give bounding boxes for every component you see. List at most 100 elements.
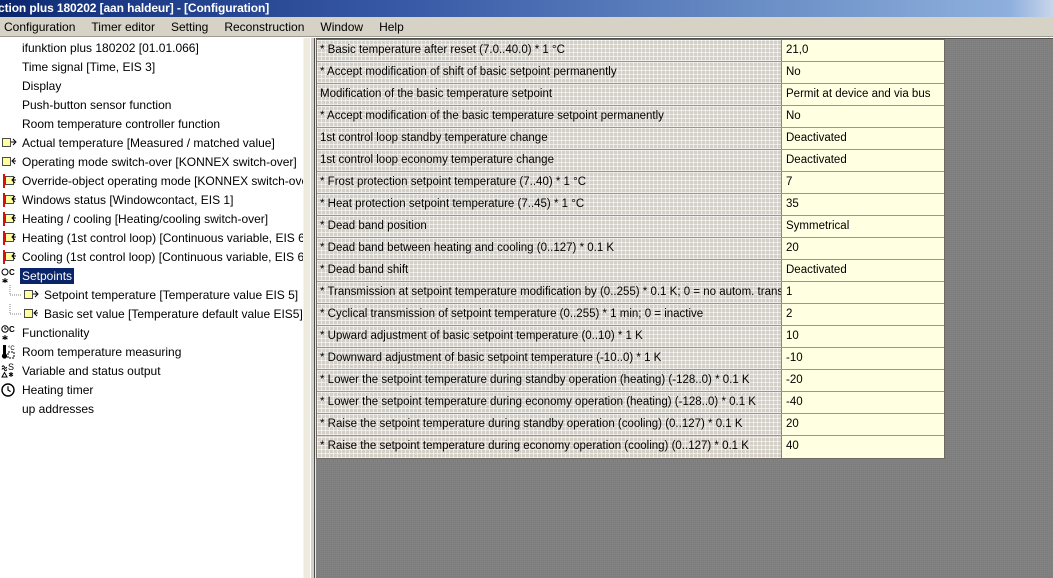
parameter-value[interactable]: -10 — [782, 348, 944, 369]
tree-item-override-object-operating-mode-konnex-sw[interactable]: Override-object operating mode [KONNEX s… — [0, 171, 303, 190]
menu-item-reconstruction[interactable]: Reconstruction — [216, 18, 312, 36]
no-icon — [1, 78, 17, 94]
tree-item-label: Time signal [Time, EIS 3] — [22, 59, 156, 74]
object-in-red-icon — [1, 211, 17, 227]
parameter-row[interactable]: * Dead band position Symmetrical — [317, 216, 944, 238]
parameter-value[interactable]: 2 — [782, 304, 944, 325]
parameter-name: * Downward adjustment of basic setpoint … — [317, 348, 782, 369]
tree-item-push-button-sensor-function[interactable]: Push-button sensor function — [0, 95, 303, 114]
parameter-value[interactable]: 40 — [782, 436, 944, 458]
parameter-value[interactable]: 10 — [782, 326, 944, 347]
tree-item-heating-timer[interactable]: Heating timer — [0, 380, 303, 399]
menu-item-help[interactable]: Help — [371, 18, 412, 36]
tree-item-windows-status-windowcontact-eis-1[interactable]: Windows status [Windowcontact, EIS 1] — [0, 190, 303, 209]
parameter-value[interactable]: Permit at device and via bus — [782, 84, 944, 105]
device-tree-panel[interactable]: ifunktion plus 180202 [01.01.066] Time si… — [0, 38, 303, 578]
parameter-row[interactable]: 1st control loop standby temperature cha… — [317, 128, 944, 150]
parameter-value[interactable]: -20 — [782, 370, 944, 391]
parameter-row[interactable]: * Frost protection setpoint temperature … — [317, 172, 944, 194]
tree-item-label: Windows status [Windowcontact, EIS 1] — [22, 192, 234, 207]
parameter-value[interactable]: 35 — [782, 194, 944, 215]
tree-connector-line — [9, 285, 23, 304]
parameter-name: Modification of the basic temperature se… — [317, 84, 782, 105]
tree-item-label: ifunktion plus 180202 [01.01.066] — [22, 40, 199, 55]
tree-item-label: Cooling (1st control loop) [Continuous v… — [22, 249, 303, 264]
parameter-value[interactable]: No — [782, 106, 944, 127]
tree-item-label: Heating timer — [22, 382, 94, 397]
svg-text:C: C — [9, 325, 15, 334]
parameter-row[interactable]: * Raise the setpoint temperature during … — [317, 436, 944, 458]
parameter-value[interactable]: Deactivated — [782, 260, 944, 281]
tree-item-room-temperature-measuring[interactable]: °C Room temperature measuring — [0, 342, 303, 361]
parameter-name: * Transmission at setpoint temperature m… — [317, 282, 782, 303]
parameter-row[interactable]: * Heat protection setpoint temperature (… — [317, 194, 944, 216]
parameter-row[interactable]: * Downward adjustment of basic setpoint … — [317, 348, 944, 370]
tree-item-label: Heating (1st control loop) [Continuous v… — [22, 230, 303, 245]
parameter-value[interactable]: 20 — [782, 414, 944, 435]
tree-item-label: Functionality — [22, 325, 90, 340]
parameter-row[interactable]: * Cyclical transmission of setpoint temp… — [317, 304, 944, 326]
parameter-value[interactable]: 21,0 — [782, 40, 944, 61]
parameter-name: * Accept modification of shift of basic … — [317, 62, 782, 83]
parameter-row[interactable]: * Dead band between heating and cooling … — [317, 238, 944, 260]
parameter-value[interactable]: 1 — [782, 282, 944, 303]
parameter-row[interactable]: Modification of the basic temperature se… — [317, 84, 944, 106]
tree-item-ifunktion-plus-180202-01-01-066[interactable]: ifunktion plus 180202 [01.01.066] — [0, 38, 303, 57]
splitter-handle[interactable] — [310, 38, 315, 578]
menu-item-window[interactable]: Window — [312, 18, 371, 36]
parameter-value[interactable]: No — [782, 62, 944, 83]
parameter-row[interactable]: * Upward adjustment of basic setpoint te… — [317, 326, 944, 348]
parameter-value[interactable]: Deactivated — [782, 128, 944, 149]
tree-item-setpoints[interactable]: C Setpoints — [0, 266, 303, 285]
parameter-row[interactable]: * Dead band shift Deactivated — [317, 260, 944, 282]
parameter-value[interactable]: Deactivated — [782, 150, 944, 171]
tree-item-operating-mode-switch-over-konnex-switch[interactable]: Operating mode switch-over [KONNEX switc… — [0, 152, 303, 171]
menu-item-setting[interactable]: Setting — [163, 18, 216, 36]
parameter-row[interactable]: * Accept modification of shift of basic … — [317, 62, 944, 84]
tree-item-actual-temperature-measured-matched-valu[interactable]: Actual temperature [Measured / matched v… — [0, 133, 303, 152]
parameter-name: 1st control loop economy temperature cha… — [317, 150, 782, 171]
parameter-value[interactable]: 7 — [782, 172, 944, 193]
parameter-row[interactable]: 1st control loop economy temperature cha… — [317, 150, 944, 172]
tree-item-label: Setpoints — [20, 267, 75, 284]
functionality-icon: C — [1, 325, 17, 341]
svg-text:°C: °C — [8, 346, 15, 352]
tree-item-functionality[interactable]: C Functionality — [0, 323, 303, 342]
no-icon — [1, 116, 17, 132]
parameter-value[interactable]: Symmetrical — [782, 216, 944, 237]
parameter-row[interactable]: * Raise the setpoint temperature during … — [317, 414, 944, 436]
window-titlebar[interactable]: ction plus 180202 [aan haldeur] - [Confi… — [0, 0, 1053, 17]
tree-item-up-addresses[interactable]: up addresses — [0, 399, 303, 418]
variable-status-icon: S — [1, 362, 17, 379]
tree-item-label: Actual temperature [Measured / matched v… — [22, 135, 275, 150]
object-in-red-icon — [1, 192, 17, 208]
tree-item-cooling-1st-control-loop-continuous-vari[interactable]: Cooling (1st control loop) [Continuous v… — [0, 247, 303, 266]
object-out-icon — [23, 287, 39, 303]
tree-connector-line — [9, 304, 23, 323]
svg-text:C: C — [9, 268, 15, 277]
parameter-row[interactable]: * Basic temperature after reset (7.0..40… — [317, 40, 944, 62]
tree-item-setpoint-temperature-temperature-value-e[interactable]: Setpoint temperature [Temperature value … — [0, 285, 303, 304]
tree-item-heating-1st-control-loop-continuous-vari[interactable]: Heating (1st control loop) [Continuous v… — [0, 228, 303, 247]
tree-item-variable-and-status-output[interactable]: S Variable and status output — [0, 361, 303, 380]
tree-item-label: Push-button sensor function — [22, 97, 172, 112]
panel-splitter[interactable] — [303, 38, 316, 578]
tree-item-label: Heating / cooling [Heating/cooling switc… — [22, 211, 269, 226]
tree-item-label: Variable and status output — [22, 363, 161, 378]
tree-item-basic-set-value-temperature-default-valu[interactable]: Basic set value [Temperature default val… — [0, 304, 303, 323]
parameter-row[interactable]: * Transmission at setpoint temperature m… — [317, 282, 944, 304]
parameter-name: * Lower the setpoint temperature during … — [317, 370, 782, 391]
parameter-row[interactable]: * Accept modification of the basic tempe… — [317, 106, 944, 128]
parameter-value[interactable]: 20 — [782, 238, 944, 259]
parameter-value[interactable]: -40 — [782, 392, 944, 413]
tree-item-room-temperature-controller-function[interactable]: Room temperature controller function — [0, 114, 303, 133]
tree-item-heating-cooling-heating-cooling-switch-o[interactable]: Heating / cooling [Heating/cooling switc… — [0, 209, 303, 228]
tree-item-display[interactable]: Display — [0, 76, 303, 95]
menu-item-timer-editor[interactable]: Timer editor — [83, 18, 163, 36]
parameter-name: * Basic temperature after reset (7.0..40… — [317, 40, 782, 61]
tree-item-time-signal-time-eis-3[interactable]: Time signal [Time, EIS 3] — [0, 57, 303, 76]
menu-item-configuration[interactable]: Configuration — [0, 18, 83, 36]
tree-item-label: Basic set value [Temperature default val… — [44, 306, 303, 321]
parameter-row[interactable]: * Lower the setpoint temperature during … — [317, 392, 944, 414]
parameter-row[interactable]: * Lower the setpoint temperature during … — [317, 370, 944, 392]
